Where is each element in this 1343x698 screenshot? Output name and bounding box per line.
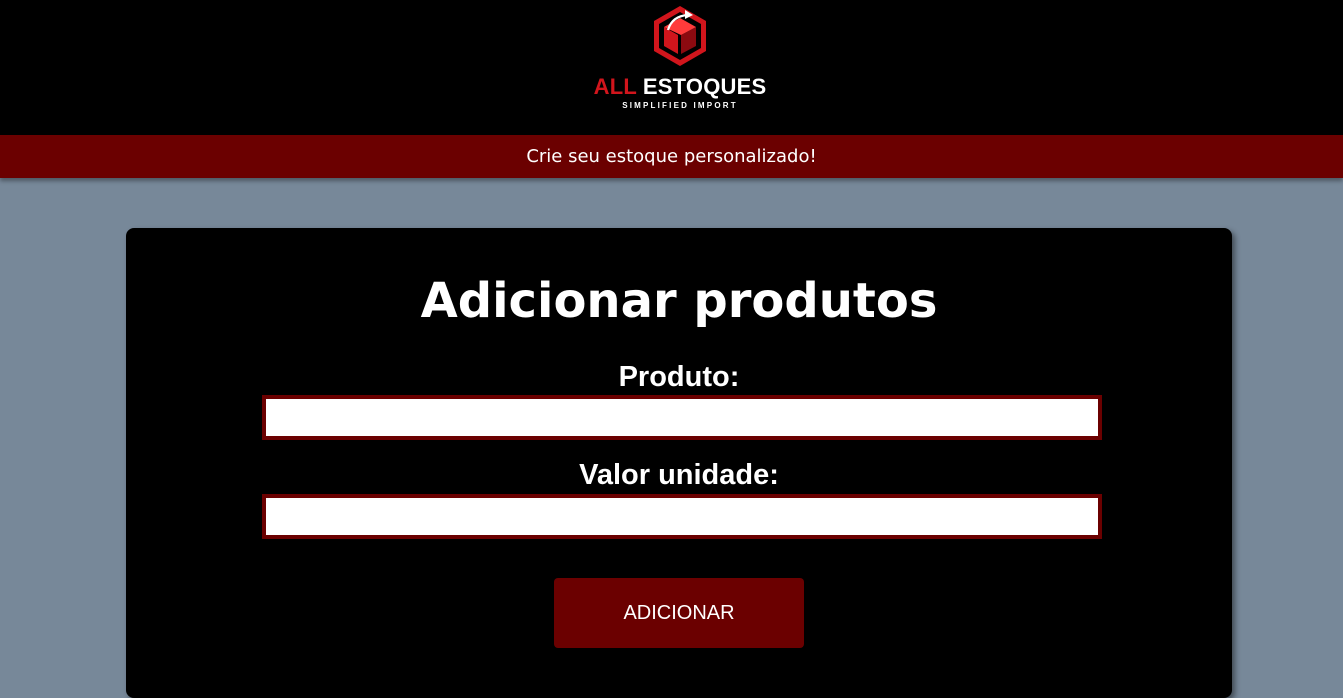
logo-brand-second: ESTOQUES [642, 74, 767, 99]
product-input[interactable] [262, 395, 1102, 440]
site-header: ALL ESTOQUES SIMPLIFIED IMPORT [0, 0, 1343, 135]
logo-brand-first: ALL [593, 74, 637, 99]
logo-wordmark: ALL ESTOQUES [590, 76, 770, 98]
cube-arrow-logo-icon [654, 6, 706, 66]
logo-tagline: SIMPLIFIED IMPORT [622, 101, 738, 110]
promo-banner: Crie seu estoque personalizado! [0, 135, 1343, 178]
page-title: Adicionar produtos [420, 273, 938, 329]
all-estoques-logo[interactable]: ALL ESTOQUES SIMPLIFIED IMPORT [590, 4, 770, 114]
unit-value-input[interactable] [262, 494, 1102, 539]
product-label: Produto: [618, 361, 740, 393]
add-button[interactable]: ADICIONAR [554, 578, 804, 648]
unit-value-label: Valor unidade: [579, 459, 779, 491]
